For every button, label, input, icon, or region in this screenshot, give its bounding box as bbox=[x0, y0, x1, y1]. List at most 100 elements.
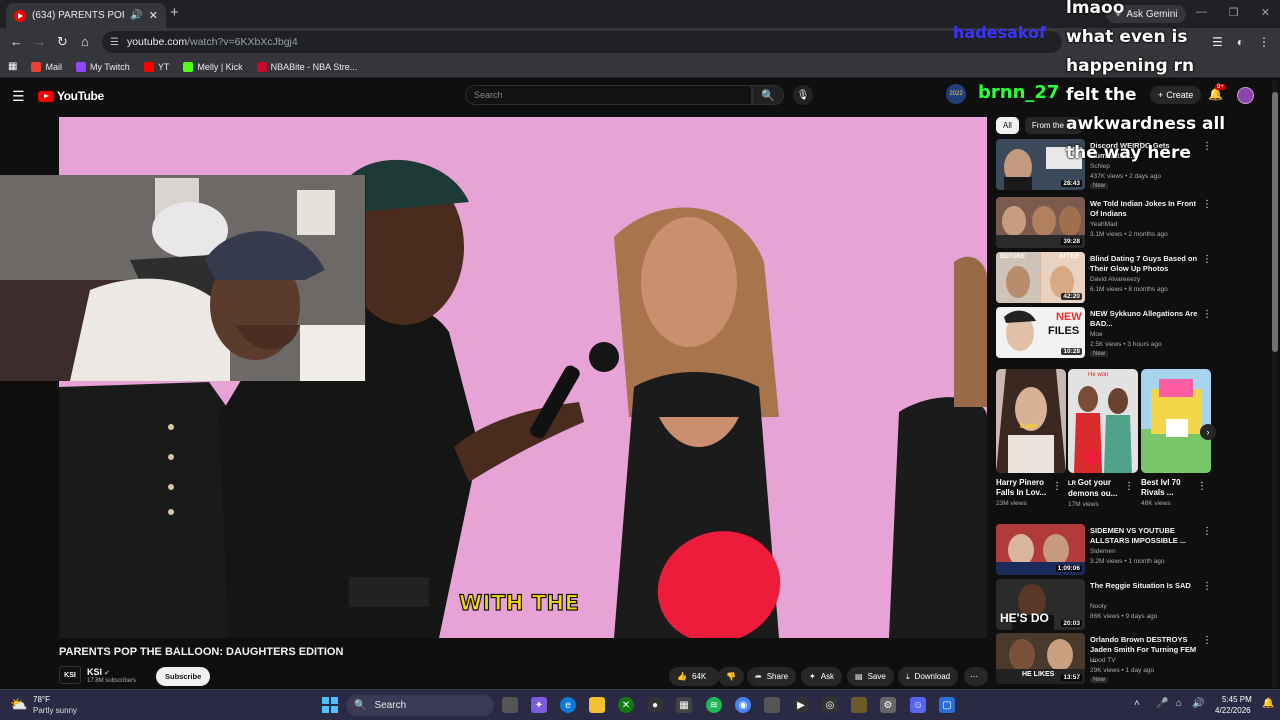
dislike-button[interactable]: 👎 bbox=[718, 667, 744, 686]
search-input[interactable]: Search bbox=[465, 85, 752, 105]
close-window-icon[interactable]: ✕ bbox=[1261, 6, 1270, 19]
bookmark-nbabite[interactable]: NBABite - NBA Stre... bbox=[256, 61, 357, 72]
notifications-icon[interactable]: 🔔 bbox=[1262, 698, 1274, 709]
site-info-icon[interactable]: ☰ bbox=[110, 37, 119, 48]
video-thumbnail[interactable]: BEFORE AFTER 42:20 bbox=[996, 252, 1085, 303]
clock-date[interactable]: 4/22/2026 bbox=[1215, 706, 1251, 715]
chevron-right-icon[interactable]: › bbox=[1200, 424, 1216, 440]
video-thumbnail[interactable]: HE'S DO 20:03 bbox=[996, 579, 1085, 630]
more-vert-icon[interactable]: ⋮ bbox=[1202, 581, 1212, 592]
address-bar[interactable]: ☰ youtube.com/watch?v=6KXbXcJbgj4 bbox=[102, 31, 1062, 53]
list-item[interactable]: HE'S DO 20:03 The Reggie Situation Is SA… bbox=[996, 579, 1246, 631]
settings-gear-icon[interactable]: ⚙ bbox=[880, 697, 896, 713]
new-tab-button[interactable]: + bbox=[170, 4, 179, 21]
recommendation-channel[interactable]: YeahMad bbox=[1090, 221, 1117, 228]
weather-description[interactable]: Partly sunny bbox=[33, 706, 77, 715]
youtube-logo[interactable]: YouTube bbox=[38, 89, 104, 103]
github-icon[interactable]: ● bbox=[647, 697, 663, 713]
subscribe-button[interactable]: Subscribe bbox=[156, 667, 211, 686]
more-vert-icon[interactable]: ⋮ bbox=[1197, 481, 1207, 492]
more-actions-button[interactable]: ⋯ bbox=[964, 667, 988, 686]
video-thumbnail[interactable]: 1:09:06 bbox=[996, 524, 1085, 575]
speaker-icon[interactable]: 🔊 bbox=[130, 10, 142, 21]
share-button[interactable]: ➦ Share bbox=[747, 667, 797, 686]
weather-temperature[interactable]: 78°F bbox=[33, 695, 50, 704]
download-button[interactable]: ⤓ Download bbox=[898, 667, 959, 686]
hamburger-menu-icon[interactable]: ☰ bbox=[12, 88, 25, 105]
recommendation-title[interactable]: Blind Dating 7 Guys Based on Their Glow … bbox=[1090, 254, 1198, 274]
recommendation-title[interactable]: The Reggie Situation Is SAD bbox=[1090, 581, 1198, 591]
like-button[interactable]: 👍 64K bbox=[669, 667, 719, 686]
windows-start-icon[interactable] bbox=[322, 697, 338, 713]
bookmark-twitch[interactable]: My Twitch bbox=[75, 61, 130, 72]
store-icon[interactable]: ▦ bbox=[676, 697, 692, 713]
short-thumbnail[interactable]: Dum? bbox=[996, 369, 1066, 473]
forward-arrow-icon[interactable]: → bbox=[33, 34, 46, 49]
short-thumbnail[interactable] bbox=[1141, 369, 1211, 473]
channel-name[interactable]: KSI ✔ bbox=[87, 667, 110, 677]
short-title[interactable]: Best lvl 70 Rivals ... bbox=[1141, 478, 1199, 498]
recommendation-title[interactable]: We Told Indian Jokes In Front Of Indians bbox=[1090, 199, 1198, 219]
back-arrow-icon[interactable]: ← bbox=[10, 34, 23, 49]
list-item[interactable]: NEW FILES 10:28 NEW Sykkuno Allegations … bbox=[996, 307, 1246, 359]
volume-icon[interactable]: 🔊 bbox=[1192, 698, 1204, 709]
more-vert-icon[interactable]: ⋮ bbox=[1202, 635, 1212, 646]
microphone-icon[interactable]: 🎤 bbox=[1156, 698, 1168, 709]
more-vert-icon[interactable]: ⋮ bbox=[1202, 199, 1212, 210]
menu-dots-icon[interactable]: ⋮ bbox=[1258, 35, 1270, 49]
obs-icon[interactable]: ◎ bbox=[822, 697, 838, 713]
close-tab-icon[interactable]: ✕ bbox=[149, 9, 158, 22]
recommendation-channel[interactable]: Nooly bbox=[1090, 603, 1107, 610]
task-view-icon[interactable] bbox=[502, 697, 518, 713]
search-button[interactable]: 🔍 bbox=[752, 85, 784, 105]
recommendation-title[interactable]: SIDEMEN VS YOUTUBE ALLSTARS IMPOSSIBLE .… bbox=[1090, 526, 1198, 546]
chrome-icon[interactable]: ◉ bbox=[735, 697, 751, 713]
voice-search-button[interactable]: 🎙 bbox=[793, 85, 813, 105]
list-item[interactable]: HE LIKES 13:57 Orlando Brown DESTROYS Ja… bbox=[996, 633, 1246, 685]
home-icon[interactable]: ⌂ bbox=[81, 34, 89, 49]
save-button[interactable]: ▤ Save bbox=[847, 667, 894, 686]
video-thumbnail[interactable]: HE LIKES 13:57 bbox=[996, 633, 1085, 684]
bookmark-kick[interactable]: Melly | Kick bbox=[183, 61, 243, 72]
page-scrollbar[interactable] bbox=[1272, 80, 1278, 688]
video-thumbnail[interactable]: NEW FILES 10:28 bbox=[996, 307, 1085, 358]
media-player-icon[interactable]: ▶ bbox=[793, 697, 809, 713]
recommendation-channel[interactable]: Sidemen bbox=[1090, 548, 1116, 555]
clock-time[interactable]: 5:45 PM bbox=[1222, 695, 1252, 704]
bookmark-mail[interactable]: Mail bbox=[31, 61, 62, 72]
copilot-icon[interactable]: ✦ bbox=[531, 697, 547, 713]
discord-icon[interactable]: ☺ bbox=[910, 697, 926, 713]
short-title[interactable]: Harry Pinero Falls In Lov... bbox=[996, 478, 1054, 498]
bookmark-yt[interactable]: YT bbox=[143, 61, 169, 72]
spotify-icon[interactable]: ≋ bbox=[706, 697, 722, 713]
list-item[interactable]: 39:28 We Told Indian Jokes In Front Of I… bbox=[996, 197, 1246, 249]
browser-tab[interactable]: (634) PARENTS POP THE BA 🔊 ✕ bbox=[6, 3, 166, 28]
more-vert-icon[interactable]: ⋮ bbox=[1052, 481, 1062, 492]
chip-all[interactable]: All bbox=[996, 117, 1019, 134]
edge-icon[interactable]: e bbox=[560, 697, 576, 713]
xbox-icon[interactable]: ✕ bbox=[618, 697, 634, 713]
more-vert-icon[interactable]: ⋮ bbox=[1202, 254, 1212, 265]
apps-grid-icon[interactable]: ▦ bbox=[8, 61, 17, 72]
more-vert-icon[interactable]: ⋮ bbox=[1202, 526, 1212, 537]
network-icon[interactable]: ⌂ bbox=[1176, 698, 1182, 709]
recommendation-channel[interactable]: Hood TV bbox=[1090, 657, 1116, 664]
list-item[interactable]: 1:09:06 SIDEMEN VS YOUTUBE ALLSTARS IMPO… bbox=[996, 524, 1246, 576]
app-icon[interactable] bbox=[764, 697, 780, 713]
reload-icon[interactable]: ↻ bbox=[57, 34, 68, 50]
recommendation-title[interactable]: NEW Sykkuno Allegations Are BAD... bbox=[1090, 309, 1198, 329]
list-item[interactable]: BEFORE AFTER 42:20 Blind Dating 7 Guys B… bbox=[996, 252, 1246, 304]
recommendation-channel[interactable]: Moe bbox=[1090, 331, 1103, 338]
channel-avatar[interactable]: KSI bbox=[59, 666, 81, 684]
more-vert-icon[interactable]: ⋮ bbox=[1202, 309, 1212, 320]
game-icon[interactable] bbox=[851, 697, 867, 713]
partly-sunny-icon[interactable]: ⛅ bbox=[10, 696, 27, 713]
file-explorer-icon[interactable] bbox=[589, 697, 605, 713]
taskbar-search[interactable]: 🔍 Search bbox=[346, 695, 494, 716]
scrollbar-thumb[interactable] bbox=[1272, 92, 1278, 352]
blue-app-icon[interactable]: ▢ bbox=[939, 697, 955, 713]
video-thumbnail[interactable]: 39:28 bbox=[996, 197, 1085, 248]
recommendation-channel[interactable]: David Alvareeezy bbox=[1090, 276, 1140, 283]
short-thumbnail[interactable]: He won bbox=[1068, 369, 1138, 473]
ask-button[interactable]: ✦ Ask bbox=[801, 667, 843, 686]
